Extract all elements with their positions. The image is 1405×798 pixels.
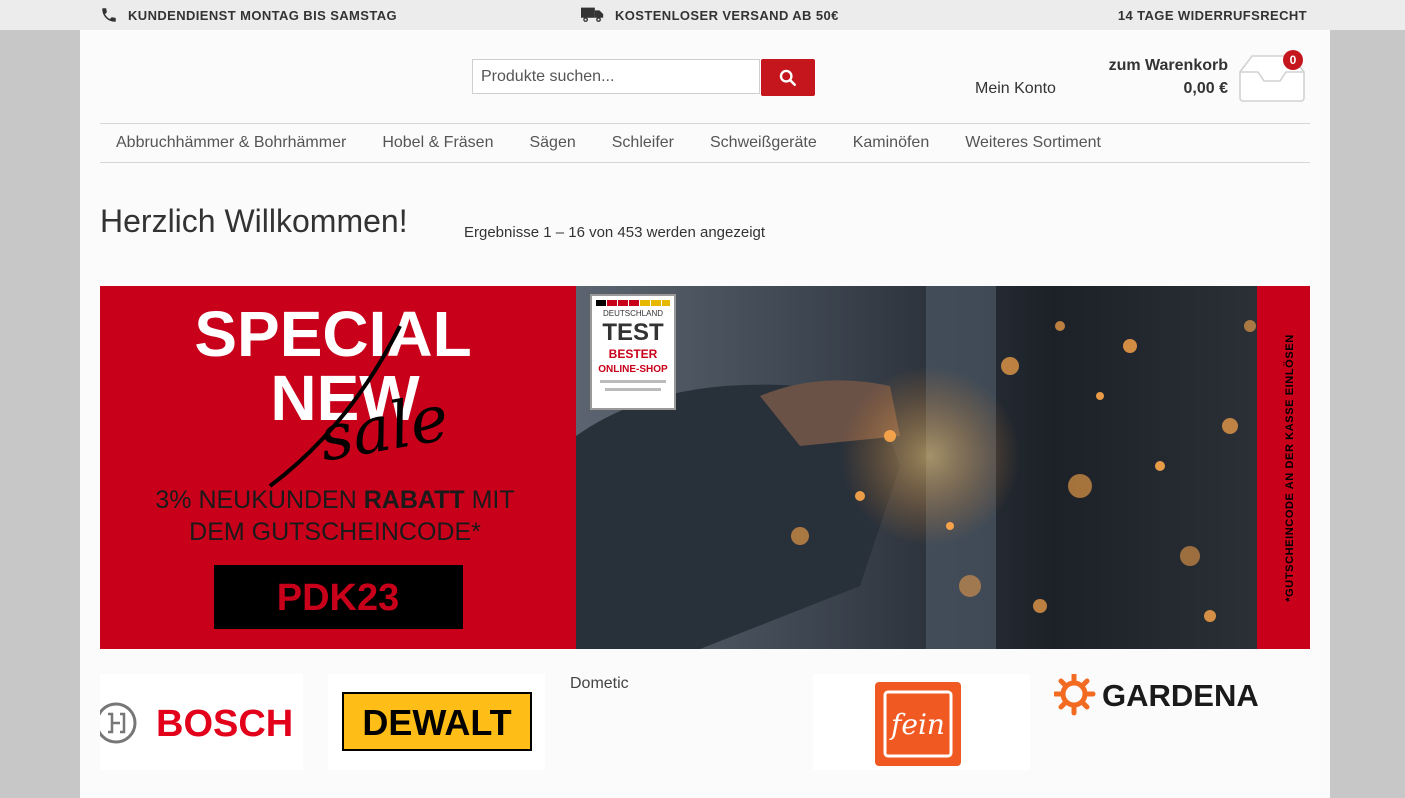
return-info: 14 TAGE WIDERRUFSRECHT — [1118, 0, 1307, 30]
bosch-logo: BOSCH — [100, 702, 293, 745]
search-button[interactable] — [761, 59, 815, 96]
fein-logo: fein — [875, 682, 961, 766]
svg-text:GARDENA: GARDENA — [1102, 678, 1259, 713]
promo-banner-graphic: *GUTSCHEINCODE AN DER KASSE EINLÖSEN SPE… — [100, 286, 1310, 649]
promo-banner[interactable]: *GUTSCHEINCODE AN DER KASSE EINLÖSEN SPE… — [100, 286, 1310, 649]
nav-item-weiteres-sortiment[interactable]: Weiteres Sortiment — [949, 134, 1117, 152]
cart-total: 0,00 € — [1183, 80, 1228, 97]
test-badge: DEUTSCHLAND TEST BESTER ONLINE-SHOP — [590, 294, 676, 410]
page-title: Herzlich Willkommen! — [100, 203, 408, 239]
brand-bosch[interactable]: BOSCH — [100, 674, 303, 770]
brand-dewalt[interactable]: DEWALT — [328, 674, 545, 770]
svg-text:BOSCH: BOSCH — [156, 703, 293, 745]
banner-side-text: *GUTSCHEINCODE AN DER KASSE EINLÖSEN — [1283, 334, 1296, 602]
shipping-info: KOSTENLOSER VERSAND AB 50€ — [581, 0, 839, 30]
nav-item-saegen[interactable]: Sägen — [513, 134, 591, 152]
service-info: KUNDENDIENST MONTAG BIS SAMSTAG — [100, 0, 397, 30]
badge-main: TEST — [602, 319, 664, 346]
search-icon — [779, 69, 797, 86]
account-link[interactable]: Mein Konto — [975, 80, 1056, 98]
main-navigation: Abbruchhämmer & Bohrhämmer Hobel & Fräse… — [100, 123, 1310, 163]
banner-headline-line1: SPECIAL — [194, 298, 471, 370]
svg-text:DEWALT: DEWALT — [362, 702, 511, 743]
cart-label[interactable]: zum Warenkorb — [1109, 57, 1228, 75]
svg-text:fein: fein — [889, 708, 945, 741]
search-input[interactable] — [472, 59, 760, 94]
badge-top: DEUTSCHLAND — [603, 309, 663, 318]
cart-count-badge: 0 — [1283, 50, 1303, 70]
nav-item-schweissgeraete[interactable]: Schweißgeräte — [694, 134, 833, 152]
shipping-text: KOSTENLOSER VERSAND AB 50€ — [615, 7, 839, 23]
banner-offer-line1: 3% NEUKUNDEN RABATT MIT — [155, 486, 514, 514]
result-count: Ergebnisse 1 – 16 von 453 werden angezei… — [464, 224, 766, 241]
dewalt-logo: DEWALT — [342, 692, 532, 751]
phone-icon — [102, 8, 116, 22]
return-text: 14 TAGE WIDERRUFSRECHT — [1117, 7, 1307, 23]
nav-item-schleifer[interactable]: Schleifer — [596, 134, 690, 152]
badge-line1: BESTER — [609, 347, 658, 361]
banner-code: PDK23 — [277, 577, 400, 619]
brand-gardena[interactable]: GARDENA — [1054, 674, 1280, 770]
nav-item-abbruchhaemmer[interactable]: Abbruchhämmer & Bohrhämmer — [100, 134, 362, 152]
banner-photo-glow — [840, 366, 1020, 546]
badge-line2: ONLINE-SHOP — [598, 364, 668, 375]
nav-item-kaminoefen[interactable]: Kaminöfen — [837, 134, 946, 152]
nav-item-hobel-fraesen[interactable]: Hobel & Fräsen — [366, 134, 509, 152]
top-info-bar: KUNDENDIENST MONTAG BIS SAMSTAG KOSTENLO… — [0, 0, 1405, 30]
service-text: KUNDENDIENST MONTAG BIS SAMSTAG — [128, 7, 398, 23]
gardena-logo: GARDENA — [1054, 674, 1259, 716]
page-container: Mein Konto zum Warenkorb 0,00 € 0 Abbruc… — [80, 30, 1330, 798]
brand-dometic[interactable]: Dometic — [570, 675, 629, 693]
banner-offer-line2: DEM GUTSCHEINCODE* — [189, 518, 481, 546]
truck-icon — [581, 7, 604, 23]
brand-fein[interactable]: fein — [813, 674, 1030, 770]
